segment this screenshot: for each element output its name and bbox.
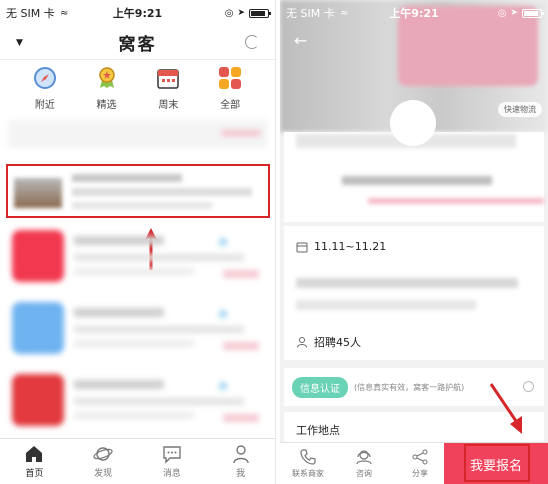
feed-item-partial[interactable] [8,120,267,148]
tab-me[interactable]: 我 [216,444,266,479]
phone-icon [300,449,316,465]
calendar-icon [296,242,308,252]
info-blur [296,300,476,310]
refresh-icon[interactable] [245,35,259,49]
feed-desc-blur [72,202,212,209]
calendar-icon [157,69,180,89]
feed-thumbnail [14,178,62,208]
medal-icon [98,67,115,88]
clock-text: 上午9:21 [389,7,439,20]
status-bar: 无 SIM 卡 ≈ 上午9:21 ◎ ➤ [0,0,275,26]
person-icon [297,337,307,348]
action-bar: 联系商家 咨询 分享 我要报名 [280,442,548,484]
verify-badge: 信息认证 [292,376,348,398]
category-label: 全部 [220,100,241,111]
lock-rotation-icon: ◎ [224,7,234,19]
category-featured[interactable]: 精选 [82,64,132,120]
message-icon [163,446,181,464]
category-label: 周末 [158,100,179,111]
express-badge: 快速物流 [498,102,542,117]
price-line-blur [368,198,544,204]
person-icon [232,445,249,464]
category-all[interactable]: 全部 [205,64,255,120]
info-blur [296,278,518,288]
share-button[interactable]: 分享 [392,443,448,484]
feed-item[interactable] [8,226,267,286]
feed-item[interactable] [8,370,267,430]
bottom-tab-bar: 首页 发现 消息 我 [0,438,275,484]
category-weekend[interactable]: 周末 [143,64,193,120]
clock-text: 上午9:21 [112,7,163,20]
location-icon: ➤ [510,8,518,18]
highlighted-feed-item[interactable] [6,164,270,218]
tab-home[interactable]: 首页 [9,444,59,479]
battery-icon [522,8,544,18]
work-location-label: 工作地点 [296,424,340,437]
grid-icon [219,67,242,89]
action-label: 分享 [412,469,428,478]
date-range: 11.11~11.21 [314,240,387,253]
down-arrow-annotation [489,383,522,434]
home-icon [26,446,43,462]
contact-merchant-button[interactable]: 联系商家 [280,443,336,484]
verify-text: (信息真实有效，窝客一路护航) [354,382,465,392]
battery-area: ◎ ➤ [497,7,544,19]
battery-icon [249,8,271,18]
action-label: 咨询 [356,469,372,478]
feed-desc-blur [72,188,252,196]
feed-item[interactable] [8,298,267,358]
back-arrow-icon[interactable]: ← [294,33,312,49]
date-row: 11.11~11.21 [296,240,386,253]
page-title: 窝客 [118,35,157,55]
job-title-blur [342,176,492,185]
highlight-box [464,444,530,482]
consult-button[interactable]: 咨询 [336,443,392,484]
tab-label: 我 [236,469,246,479]
right-screen: 无 SIM 卡 ≈ 上午9:21 ◎ ➤ ← 快速物流 11.11~11.21 … [280,0,548,484]
battery-area: ◎ ➤ [224,7,271,19]
location-icon: ➤ [237,8,245,18]
detail-card: 11.11~11.21 招聘45人 [284,226,544,360]
recruit-count: 招聘45人 [314,336,361,349]
wifi-icon: ≈ [340,7,349,19]
app-header: ▼ 窝客 [0,26,275,60]
category-nearby[interactable]: 附近 [20,64,70,120]
recruit-row: 招聘45人 [296,334,361,350]
left-screen: 无 SIM 卡 ≈ 上午9:21 ◎ ➤ ▼ 窝客 附近 精选 周末 全部 首页… [0,0,276,484]
wifi-icon: ≈ [60,7,69,19]
category-row: 附近 精选 周末 全部 [0,64,275,120]
feed-title-blur [72,174,182,182]
tab-label: 首页 [25,469,44,479]
category-label: 附近 [34,100,55,111]
avatar [390,100,436,146]
dropdown-icon[interactable]: ▼ [16,38,23,48]
share-icon [412,449,428,465]
status-bar: 无 SIM 卡 ≈ 上午9:21 ◎ ➤ [280,0,548,26]
tab-messages[interactable]: 消息 [147,444,197,479]
tab-label: 发现 [94,469,113,479]
tab-label: 消息 [162,469,181,479]
category-label: 精选 [96,100,117,111]
planet-icon [93,447,113,461]
lock-rotation-icon: ◎ [497,7,507,19]
compass-icon [33,67,56,89]
headset-icon [356,450,372,465]
tab-discover[interactable]: 发现 [78,444,128,479]
action-label: 联系商家 [292,469,324,478]
